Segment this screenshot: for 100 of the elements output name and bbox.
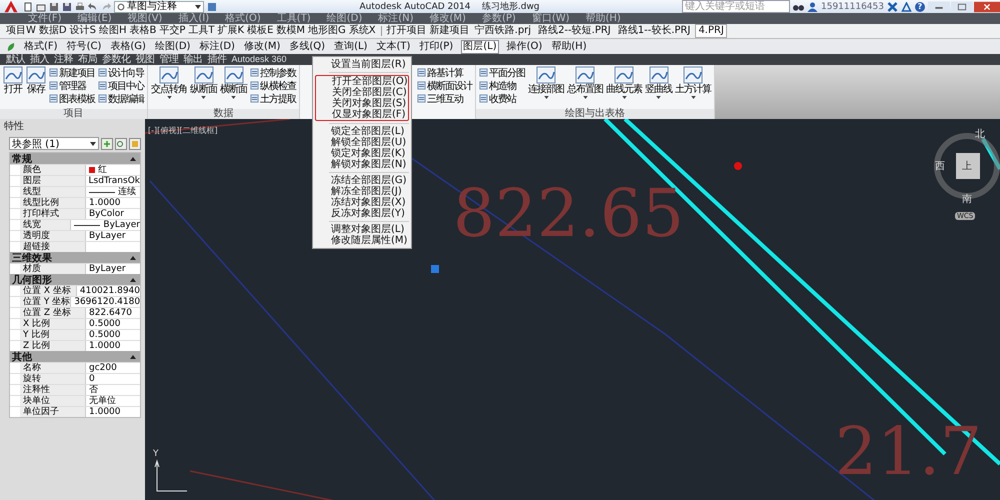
- menu-item[interactable]: 窗口(W): [532, 13, 570, 24]
- section-header[interactable]: 三维效果: [10, 252, 140, 263]
- menu-item[interactable]: 仅显对象图层(F): [316, 109, 408, 120]
- collapse-icon[interactable]: [130, 256, 136, 260]
- restore-button[interactable]: [951, 0, 973, 12]
- menu-item[interactable]: 关闭全部图层(C): [316, 87, 408, 98]
- menu-item[interactable]: 查询(L): [333, 40, 368, 52]
- command-link[interactable]: 打开项目: [386, 25, 427, 37]
- ribbon-button[interactable]: 管理器: [49, 79, 95, 92]
- menu-item[interactable]: 模板E: [247, 25, 274, 37]
- close-button[interactable]: [974, 0, 1000, 12]
- ribbon-button[interactable]: 设计向导: [98, 66, 144, 79]
- menu-item[interactable]: 修改(M): [430, 13, 466, 24]
- ribbon-button[interactable]: 新建项目: [49, 66, 95, 79]
- ribbon-button[interactable]: 三维互动: [417, 92, 472, 105]
- menu-item[interactable]: 系统X: [348, 25, 376, 37]
- project-tab[interactable]: 路线1--较长.PRJ: [616, 25, 692, 37]
- ribbon-tab[interactable]: 插件: [208, 54, 226, 65]
- menu-item[interactable]: 格式(O): [225, 13, 261, 24]
- menu-item[interactable]: 冻结对象图层(X): [315, 197, 409, 208]
- menu-item[interactable]: 标注(D): [198, 40, 236, 52]
- undo-icon[interactable]: [88, 2, 98, 12]
- ribbon-button[interactable]: 总布置图: [567, 66, 603, 109]
- ribbon-button[interactable]: 打开: [3, 66, 23, 109]
- compass-label[interactable]: 北: [975, 129, 985, 140]
- ribbon-button[interactable]: 构造物: [479, 79, 525, 92]
- ribbon-tab[interactable]: 管理: [160, 54, 178, 65]
- ribbon-button[interactable]: 横断面: [220, 66, 247, 109]
- menu-item[interactable]: 表格B: [129, 25, 156, 37]
- menu-item[interactable]: 绘图(D): [154, 40, 192, 52]
- project-tab[interactable]: 路线2--较短.PRJ: [536, 25, 613, 37]
- menu-item[interactable]: 插入(I): [178, 13, 210, 24]
- ribbon-button[interactable]: 保存: [26, 66, 46, 109]
- menu-item[interactable]: 视图(V): [128, 13, 162, 24]
- collapse-icon[interactable]: [130, 156, 136, 160]
- menu-item[interactable]: 符号(C): [66, 40, 102, 52]
- menu-item[interactable]: 解锁全部图层(U): [315, 137, 409, 148]
- menu-item[interactable]: 绘图H: [98, 25, 126, 37]
- ribbon-button[interactable]: 土方计算: [675, 66, 711, 109]
- ribbon-tab[interactable]: 输出: [184, 54, 202, 65]
- menu-item[interactable]: 修改(M): [242, 40, 282, 52]
- menu-item[interactable]: 项目W: [6, 25, 36, 37]
- menu-item[interactable]: 反冻对象图层(Y): [315, 208, 409, 219]
- toggle-icon[interactable]: [101, 138, 113, 150]
- save-icon[interactable]: [49, 2, 59, 12]
- menu-item[interactable]: 扩展K: [218, 25, 244, 37]
- menu-item[interactable]: 工具T: [188, 25, 214, 37]
- ribbon-button[interactable]: 纵断面: [190, 66, 217, 109]
- menu-item[interactable]: 绘图(D): [326, 13, 362, 24]
- user-name[interactable]: 15911116453: [821, 2, 884, 12]
- ribbon-button[interactable]: 土方提取: [250, 92, 296, 105]
- menu-item[interactable]: 平交P: [159, 25, 186, 37]
- ribbon-button[interactable]: 纵横检查: [250, 79, 296, 92]
- menu-item[interactable]: 图层(L): [461, 40, 499, 54]
- menu-item[interactable]: 修改随层属性(M): [315, 235, 409, 246]
- section-header[interactable]: 其他: [10, 351, 140, 362]
- ribbon-button[interactable]: 图表模板: [49, 92, 95, 105]
- collapse-icon[interactable]: [130, 354, 136, 358]
- ribbon-tab[interactable]: Autodesk 360: [232, 54, 287, 65]
- save-as-icon[interactable]: [62, 2, 72, 12]
- menu-item[interactable]: 锁定对象图层(K): [315, 148, 409, 159]
- ribbon-button[interactable]: 收费站: [479, 92, 525, 105]
- compass-label[interactable]: 南: [962, 194, 972, 205]
- folder-icon[interactable]: [36, 2, 46, 12]
- print-icon[interactable]: [75, 2, 85, 12]
- viewcube-top-label[interactable]: 上: [962, 161, 972, 172]
- menu-item[interactable]: 表格(G): [109, 40, 147, 52]
- new-file-icon[interactable]: [23, 2, 33, 12]
- menu-item[interactable]: 设计S: [70, 25, 96, 37]
- menu-item[interactable]: 帮助(H): [550, 40, 588, 52]
- collapse-icon[interactable]: [130, 278, 136, 282]
- menu-item[interactable]: 文件(F): [28, 13, 62, 24]
- section-header[interactable]: 常规: [10, 153, 140, 164]
- ribbon-tab[interactable]: 视图: [136, 54, 154, 65]
- menu-item[interactable]: 解锁对象图层(N): [315, 159, 409, 170]
- menu-item[interactable]: 调整对象图层(L): [315, 224, 409, 235]
- ribbon-button[interactable]: 连接部图: [528, 66, 564, 109]
- menu-item[interactable]: 操作(O): [506, 40, 544, 52]
- ribbon-button[interactable]: 平面分图: [479, 66, 525, 79]
- toolbar-icon[interactable]: [207, 2, 217, 12]
- menu-item[interactable]: 多线(Q): [288, 40, 326, 52]
- menu-item[interactable]: 地形图G: [308, 25, 346, 37]
- ribbon-tab[interactable]: 注释: [54, 54, 73, 65]
- ribbon-button[interactable]: 曲线元素: [606, 66, 642, 109]
- menu-item[interactable]: 参数(P): [482, 13, 516, 24]
- menu-item[interactable]: 数模M: [276, 25, 306, 37]
- object-dropdown[interactable]: 块参照 (1): [9, 137, 99, 150]
- menu-item[interactable]: 编辑(E): [78, 13, 112, 24]
- workspace-dropdown[interactable]: 草图与注释: [114, 0, 204, 12]
- menu-item[interactable]: 打印(P): [418, 40, 454, 52]
- menu-item[interactable]: 格式(F): [23, 40, 59, 52]
- ribbon-tab[interactable]: 默认: [6, 54, 25, 65]
- menu-item[interactable]: 帮助(H): [586, 13, 621, 24]
- menu-item[interactable]: 数据D: [38, 25, 67, 37]
- command-link[interactable]: 新建项目: [430, 25, 470, 37]
- menu-item[interactable]: 标注(N): [378, 13, 414, 24]
- section-header[interactable]: 几何图形: [10, 274, 140, 285]
- menu-item[interactable]: 关闭对象图层(S): [316, 98, 408, 109]
- menu-item[interactable]: 工具(T): [276, 13, 311, 24]
- ribbon-button[interactable]: 项目中心: [98, 79, 144, 92]
